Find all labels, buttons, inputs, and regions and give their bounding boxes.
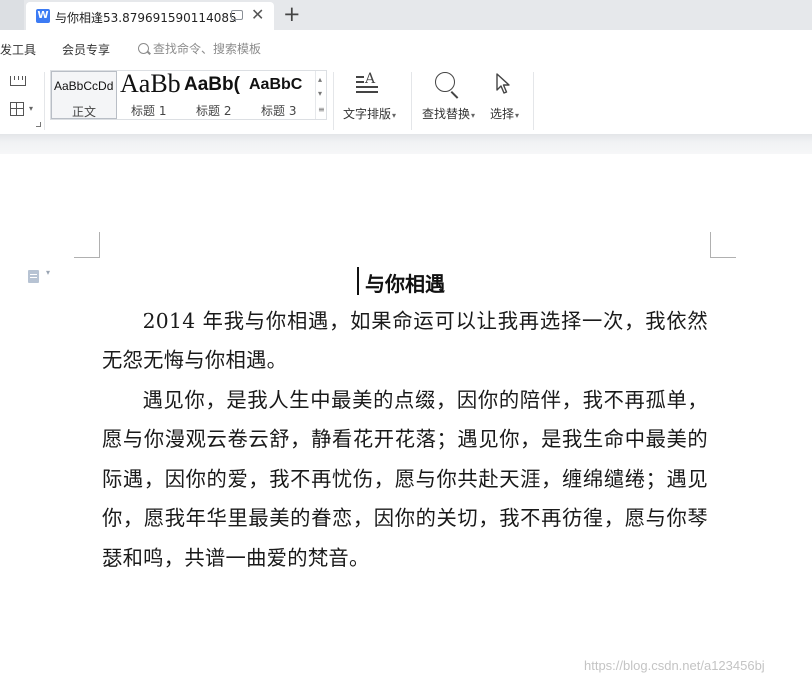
wps-writer-icon: W	[36, 9, 50, 23]
paragraph-1[interactable]: 2014 年我与你相遇，如果命运可以让我再选择一次，我依然无怨无悔与你相遇。	[102, 302, 708, 381]
style-gallery: AaBbCcDd 正文 AaBb 标题 1 AaBb( 标题 2 AaBbC 标…	[50, 70, 327, 120]
find-replace-button[interactable]: 查找替换▾	[418, 70, 480, 128]
command-search[interactable]: 查找命令、搜索模板	[138, 40, 261, 57]
style-name: 标题 2	[196, 104, 232, 118]
menu-dev-tools[interactable]: 发工具	[0, 41, 36, 58]
style-preview: AaBbC	[249, 76, 303, 93]
chevron-down-icon[interactable]: ▾	[318, 89, 322, 98]
search-placeholder: 查找命令、搜索模板	[153, 42, 262, 56]
chevron-up-icon[interactable]: ▴	[318, 75, 322, 84]
menu-member[interactable]: 会员专享	[62, 41, 110, 58]
document-page[interactable]: ▾ 与你相遇 2014 年我与你相遇，如果命运可以让我再选择一次，我依然无怨无悔…	[0, 154, 812, 688]
select-label: 选择	[490, 107, 515, 121]
pin-icon[interactable]	[231, 10, 243, 22]
previous-tab[interactable]	[0, 0, 24, 30]
crop-mark-left	[74, 232, 100, 258]
tab-bar: W 与你相逢53.879691590114085 ✕ +	[0, 0, 812, 30]
menu-bar: 发工具 会员专享 查找命令、搜索模板	[0, 30, 812, 66]
style-name: 正文	[72, 105, 97, 119]
table-icon[interactable]	[10, 102, 24, 116]
chevron-down-icon[interactable]: ▾	[29, 104, 33, 113]
style-heading-3[interactable]: AaBbC 标题 3	[247, 71, 313, 119]
divider	[333, 72, 334, 130]
style-heading-1[interactable]: AaBb 标题 1	[118, 71, 182, 119]
magnifier-icon	[435, 72, 455, 92]
new-tab-icon[interactable]: +	[283, 3, 301, 25]
style-preview: AaBb(	[184, 74, 240, 95]
cursor-icon	[496, 73, 510, 94]
watermark: https://blog.csdn.net/a123456bj	[584, 658, 765, 673]
close-tab-icon[interactable]: ✕	[251, 7, 264, 23]
text-layout-button[interactable]: A 文字排版▾	[338, 70, 402, 128]
find-replace-label: 查找替换	[422, 107, 471, 121]
divider	[44, 72, 45, 130]
style-normal[interactable]: AaBbCcDd 正文	[51, 71, 117, 119]
chevron-down-icon: ▾	[471, 111, 476, 120]
more-styles-icon[interactable]: ≡	[318, 105, 325, 114]
divider	[411, 72, 412, 130]
document-tab[interactable]: W 与你相逢53.879691590114085 ✕	[26, 2, 274, 30]
paragraph-layout-icon[interactable]	[28, 270, 39, 283]
dialog-launcher-icon[interactable]	[36, 122, 41, 127]
text-layout-icon: A	[356, 71, 380, 96]
style-heading-2[interactable]: AaBb( 标题 2	[182, 71, 246, 119]
style-name: 标题 1	[131, 104, 167, 118]
text-layout-label: 文字排版	[343, 107, 392, 121]
select-button[interactable]: 选择▾	[486, 70, 526, 128]
style-preview: AaBb	[120, 71, 181, 98]
chevron-down-icon: ▾	[515, 111, 520, 120]
document-title[interactable]: 与你相遇	[102, 268, 708, 297]
search-icon	[138, 43, 149, 54]
paragraph-2[interactable]: 遇见你，是我人生中最美的点缀，因你的陪伴，我不再孤单，愿与你漫观云卷云舒，静看花…	[102, 381, 708, 578]
style-gallery-scroll[interactable]: ▴ ▾ ≡	[315, 71, 327, 119]
ribbon-shadow	[0, 134, 812, 154]
ribbon: ▾ AaBbCcDd 正文 AaBb 标题 1 AaBb( 标题 2 AaBbC…	[0, 66, 812, 134]
divider	[533, 72, 534, 130]
ruler-icon[interactable]	[10, 76, 26, 86]
style-name: 标题 3	[261, 104, 297, 118]
chevron-down-icon[interactable]: ▾	[46, 268, 50, 277]
chevron-down-icon: ▾	[392, 111, 397, 120]
crop-mark-right	[710, 232, 736, 258]
tab-title: 与你相逢53.879691590114085	[55, 11, 237, 25]
style-preview: AaBbCcDd	[54, 79, 114, 93]
